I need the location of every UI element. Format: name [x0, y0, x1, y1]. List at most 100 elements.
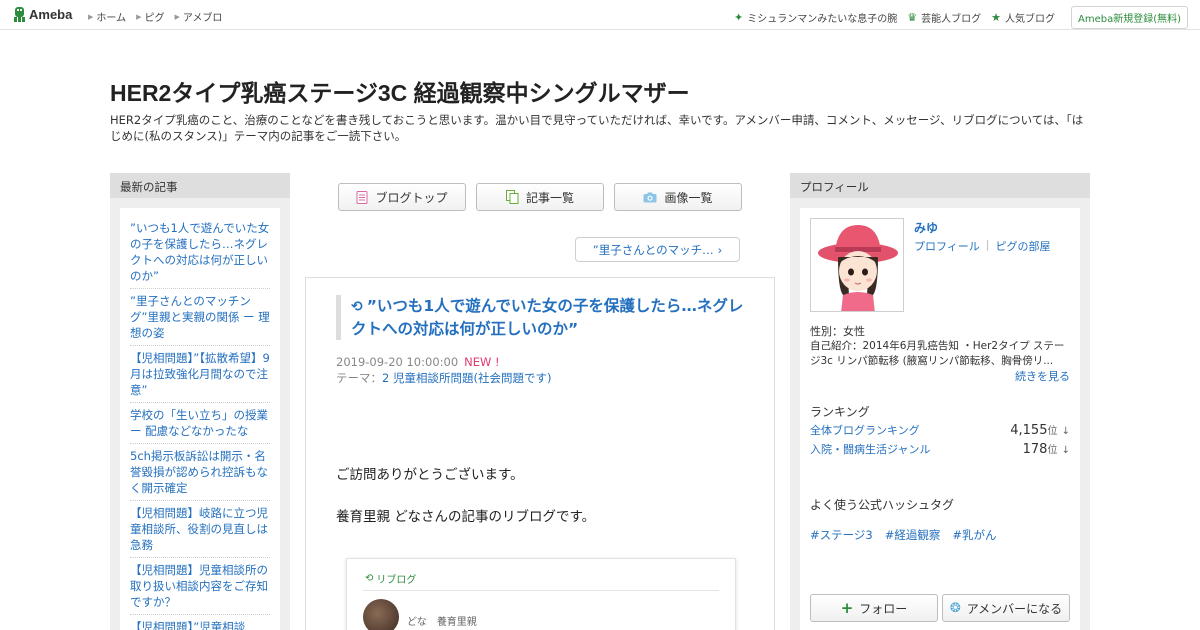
- reblog-icon: ⟲: [351, 299, 363, 315]
- hashtag-list: #ステージ3 #経過観察 #乳がん: [810, 527, 997, 543]
- theme-prefix: テーマ：: [336, 371, 382, 385]
- caret-right-icon: ▶: [174, 12, 180, 21]
- crown-icon: ♛: [907, 11, 918, 24]
- divider: [363, 590, 719, 591]
- ranking-name[interactable]: 全体ブログランキング: [810, 422, 920, 438]
- star-icon: ★: [991, 11, 1001, 24]
- blog-description: HER2タイプ乳癌のこと、治療のことなどを書き残しておこうと思います。温かい目で…: [110, 113, 1084, 143]
- new-badge: NEW !: [464, 355, 500, 369]
- latest-article-item[interactable]: 【児相問題】”【拡散希望】9月は拉致強化月間なので注意”: [130, 346, 270, 403]
- profile-avatar[interactable]: [810, 218, 904, 312]
- register-button[interactable]: Ameba新規登録(無料): [1070, 6, 1188, 29]
- image-list-label: 画像一覧: [664, 190, 713, 205]
- article-title[interactable]: ⟲ ”いつも1人で遊んでいた女の子を保護したら…ネグレクトへの対応は何が正しいのか…: [336, 295, 746, 340]
- reblog-label-text: リブログ: [376, 575, 417, 586]
- popular-blog-label: 人気ブログ: [1004, 14, 1055, 25]
- profile-link[interactable]: プロフィール: [914, 238, 980, 254]
- ranking-number: 4,155: [1010, 423, 1048, 438]
- caret-right-icon: ▶: [136, 12, 142, 21]
- latest-articles-list: ”いつも1人で遊んでいた女の子を保護したら…ネグレクトへの対応は何が正しいのか”…: [120, 208, 280, 630]
- separator: |: [985, 238, 990, 251]
- article-list-button[interactable]: 記事一覧: [476, 183, 604, 211]
- sparkle-icon: ✦: [734, 11, 744, 24]
- ranking-name[interactable]: 入院・闘病生活ジャンル: [810, 441, 930, 457]
- blog-top-button[interactable]: ブログトップ: [338, 183, 466, 211]
- celebrity-blog-link[interactable]: ♛ 芸能人ブログ: [907, 10, 981, 25]
- follow-button[interactable]: + フォロー: [810, 594, 938, 622]
- top-nav-pigg-label: ピグ: [144, 13, 165, 24]
- article-meta: 2019-09-20 10:00:00 NEW ! テーマ：2 児童相談所問題(社…: [336, 354, 551, 386]
- ameba-logo[interactable]: Ameba: [13, 6, 72, 23]
- ameba-logo-icon: [14, 7, 25, 22]
- reblog-icon: ⟲: [365, 573, 374, 584]
- latest-article-item[interactable]: 学校の「生い立ち」の授業 ー 配慮などなかったな: [130, 403, 270, 444]
- image-list-button[interactable]: 画像一覧: [614, 183, 742, 211]
- top-nav-ameblo-label: アメブロ: [182, 13, 223, 24]
- amember-button[interactable]: ❂ アメンバーになる: [942, 594, 1070, 622]
- latest-article-item[interactable]: 5ch掲示板訴訟は開示・名誉毀損が認められ控訴もなく開示確定: [130, 444, 270, 501]
- top-nav-pigg[interactable]: ▶ ピグ: [136, 9, 165, 25]
- ranking-heading: ランキング: [810, 405, 870, 419]
- ranking-row: 全体ブログランキング 4,155位 ↓: [810, 422, 1070, 438]
- latest-article-item[interactable]: 【児相問題】岐路に立つ児童相談所、役割の見直しは急務: [130, 501, 270, 558]
- avatar-image: [811, 219, 903, 311]
- ranking-row: 入院・闘病生活ジャンル 178位 ↓: [810, 441, 1070, 457]
- top-bar: Ameba ▶ ホーム ▶ ピグ ▶ アメブロ ✦ ミシュランマンみたいな息子の腕 ♛ 芸…: [0, 0, 1200, 30]
- popular-blog-link[interactable]: ★ 人気ブログ: [991, 10, 1055, 25]
- trending-link-label: ミシュランマンみたいな息子の腕: [747, 14, 898, 25]
- hashtag-link[interactable]: #乳がん: [952, 527, 996, 543]
- article: ⟲ ”いつも1人で遊んでいた女の子を保護したら…ネグレクトへの対応は何が正しいのか…: [305, 277, 775, 630]
- reblog-author-name[interactable]: どな: [407, 613, 427, 628]
- ranking-unit: 位: [1047, 445, 1058, 456]
- profile-intro: 自己紹介：2014年6月乳癌告知 ・Her2タイプ ステージ3c リンパ節転移 …: [810, 340, 1065, 367]
- profile-box: みゆ プロフィール | ピグの部屋 性別：女性 自己紹介：2014年6月乳癌告知…: [800, 208, 1080, 630]
- hashtag-heading: よく使う公式ハッシュタグ: [810, 498, 955, 512]
- article-body: ご訪問ありがとうございます。 養育里親 どなさんの記事のリブログです。: [336, 464, 595, 548]
- follow-label: フォロー: [859, 601, 908, 616]
- blog-top-label: ブログトップ: [375, 190, 448, 205]
- top-nav-home[interactable]: ▶ ホーム: [88, 9, 127, 25]
- reblog-author-avatar[interactable]: [363, 599, 399, 630]
- copy-icon: [505, 190, 519, 204]
- next-article-link[interactable]: ”里子さんとのマッチ… ›: [575, 237, 740, 262]
- trend-down-icon: ↓: [1061, 426, 1070, 437]
- top-right-links: ✦ ミシュランマンみたいな息子の腕 ♛ 芸能人ブログ ★ 人気ブログ Ameba新規登…: [734, 6, 1188, 29]
- camera-icon: [643, 192, 657, 202]
- reblog-card[interactable]: ⟲ リブログ どな 養育里親: [346, 558, 736, 630]
- ranking-number: 178: [1022, 442, 1048, 457]
- article-paragraph: ご訪問ありがとうございます。: [336, 467, 524, 483]
- reblog-author-description: 養育里親: [436, 617, 477, 628]
- ranking-value: 4,155位 ↓: [1010, 422, 1070, 438]
- article-title-text: ”いつも1人で遊んでいた女の子を保護したら…ネグレクトへの対応は何が正しいのか”: [351, 297, 744, 338]
- pigg-room-link[interactable]: ピグの部屋: [996, 238, 1051, 254]
- hashtag-link[interactable]: #経過観察: [885, 527, 941, 543]
- top-nav-ameblo[interactable]: ▶ アメブロ: [174, 9, 223, 25]
- theme-link[interactable]: 2 児童相談所問題(社会問題です): [382, 371, 551, 385]
- amember-label: アメンバーになる: [966, 601, 1063, 616]
- ranking-value: 178位 ↓: [1023, 441, 1070, 457]
- hashtag-link[interactable]: #ステージ3: [810, 527, 873, 543]
- ameba-logo-text: Ameba: [29, 7, 73, 22]
- latest-article-item[interactable]: ”いつも1人で遊んでいた女の子を保護したら…ネグレクトへの対応は何が正しいのか”: [130, 216, 270, 289]
- amember-icon: ❂: [949, 600, 961, 616]
- blog-title[interactable]: HER2タイプ乳癌ステージ3C 経過観察中シングルマザー: [110, 74, 690, 108]
- top-nav-home-label: ホーム: [96, 13, 127, 24]
- latest-article-item[interactable]: 【児相問題】”児童相談所”職員育成の問題 里親: [130, 615, 270, 630]
- blog-nav-buttons: ブログトップ 記事一覧 画像一覧: [338, 183, 742, 211]
- latest-article-item[interactable]: ”里子さんとのマッチング”里親と実親の関係 ー 理想の姿: [130, 289, 270, 346]
- profile-name[interactable]: みゆ: [914, 219, 938, 236]
- right-sidebar: プロフィール みゆ プロフィール | ピグの部屋 性別：女性 自己紹介：2014…: [790, 173, 1090, 630]
- profile-heading: プロフィール: [790, 173, 1090, 198]
- trending-link[interactable]: ✦ ミシュランマンみたいな息子の腕: [734, 10, 897, 25]
- next-article-label: ”里子さんとのマッチ…: [592, 242, 714, 257]
- trend-down-icon: ↓: [1061, 445, 1070, 456]
- left-sidebar: 最新の記事 ”いつも1人で遊んでいた女の子を保護したら…ネグレクトへの対応は何が…: [110, 173, 290, 630]
- read-more-link[interactable]: 続きを見る: [1015, 368, 1070, 384]
- latest-article-item[interactable]: 【児相問題】児童相談所の取り扱い相談内容をご存知ですか？: [130, 558, 270, 615]
- profile-buttons: + フォロー ❂ アメンバーになる: [810, 594, 1070, 622]
- profile-links: プロフィール | ピグの部屋: [914, 238, 1051, 254]
- ranking-unit: 位: [1047, 426, 1058, 437]
- article-paragraph: 養育里親 どなさんの記事のリブログです。: [336, 509, 596, 525]
- caret-right-icon: ▶: [88, 12, 94, 21]
- article-list-label: 記事一覧: [525, 190, 574, 205]
